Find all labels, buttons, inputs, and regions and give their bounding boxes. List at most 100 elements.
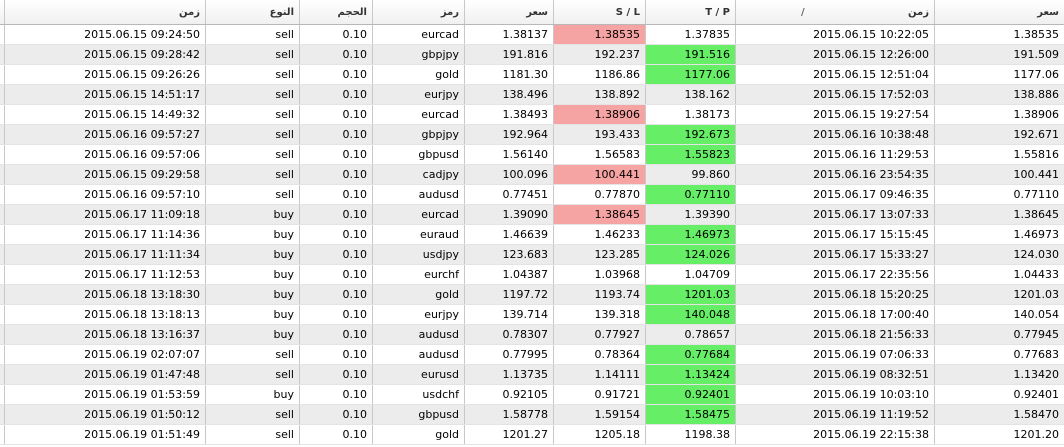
close-time-cell: 2015.06.15 17:52:03 <box>736 85 935 104</box>
take-profit-cell: 1.39390 <box>646 205 736 224</box>
open-price-cell: 1.13735 <box>465 365 554 384</box>
table-row[interactable]: 2015.06.17 11:09:18 buy 0.10 eurcad 1.39090 1… <box>0 205 1064 225</box>
close-time-cell: 2015.06.16 23:54:35 <box>736 165 935 184</box>
take-profit-cell: 1.58475 <box>646 405 736 424</box>
take-profit-cell: 0.78657 <box>646 325 736 344</box>
symbol-cell: usdchf <box>373 385 465 404</box>
open-time-cell: 2015.06.17 11:14:36 <box>5 225 206 244</box>
table-row[interactable]: 2015.06.15 09:28:42 sell 0.10 gbpjpy 191.816… <box>0 45 1064 65</box>
take-profit-cell: 140.048 <box>646 305 736 324</box>
header-open-price[interactable]: سعر <box>465 0 554 24</box>
type-cell: buy <box>206 245 300 264</box>
close-price-cell: 192.671 <box>1013 128 1060 141</box>
header-close-time-label: زمن <box>908 6 929 18</box>
take-profit-cell: 1.46973 <box>646 225 736 244</box>
open-price-cell: 0.78307 <box>465 325 554 344</box>
volume-cell: 0.10 <box>300 185 373 204</box>
type-cell: sell <box>206 165 300 184</box>
table-row[interactable]: 2015.06.18 13:18:13 buy 0.10 eurjpy 139.714 1… <box>0 305 1064 325</box>
table-row[interactable]: 2015.06.18 13:18:30 buy 0.10 gold 1197.72 119… <box>0 285 1064 305</box>
type-cell: sell <box>206 65 300 84</box>
volume-cell: 0.10 <box>300 105 373 124</box>
close-time-cell: 2015.06.18 17:00:40 <box>736 305 935 324</box>
table-row[interactable]: 2015.06.16 09:57:06 sell 0.10 gbpusd 1.56140… <box>0 145 1064 165</box>
stop-loss-cell: 1.46233 <box>554 225 646 244</box>
close-time-cell: 2015.06.18 21:56:33 <box>736 325 935 344</box>
header-type[interactable]: النوع <box>206 0 300 24</box>
close-price-cell: 1.55816 <box>1013 148 1060 161</box>
table-row[interactable]: 2015.06.16 09:57:27 sell 0.10 gbpjpy 192.964… <box>0 125 1064 145</box>
volume-cell: 0.10 <box>300 205 373 224</box>
open-price-cell: 100.096 <box>465 165 554 184</box>
stop-loss-cell: 1193.74 <box>554 285 646 304</box>
close-price-cell: 0.77110 <box>1013 188 1060 201</box>
close-price-cell: 1.13420 <box>1013 368 1060 381</box>
close-time-cell: 2015.06.17 13:07:33 <box>736 205 935 224</box>
table-row[interactable]: 2015.06.19 01:47:48 sell 0.10 eurusd 1.13735… <box>0 365 1064 385</box>
header-open-time[interactable]: زمن <box>5 0 206 24</box>
open-time-cell: 2015.06.15 14:49:32 <box>5 105 206 124</box>
open-price-cell: 0.77995 <box>465 345 554 364</box>
take-profit-cell: 0.77110 <box>646 185 736 204</box>
open-time-cell: 2015.06.18 13:16:37 <box>5 325 206 344</box>
symbol-cell: cadjpy <box>373 165 465 184</box>
type-cell: buy <box>206 285 300 304</box>
table-row[interactable]: 2015.06.19 02:07:07 sell 0.10 audusd 0.77995… <box>0 345 1064 365</box>
table-row[interactable]: 2015.06.15 09:24:50 sell 0.10 eurcad 1.38137… <box>0 25 1064 45</box>
stop-loss-cell: 1.14111 <box>554 365 646 384</box>
table-row[interactable]: 2015.06.17 11:11:34 buy 0.10 usdjpy 123.683 1… <box>0 245 1064 265</box>
close-price-cell: 1.38535 <box>1013 28 1060 41</box>
close-time-cell: 2015.06.19 11:19:52 <box>736 405 935 424</box>
close-time-cell: 2015.06.16 11:29:53 <box>736 145 935 164</box>
close-price-cell: 138.886 <box>1013 88 1060 101</box>
open-price-cell: 139.714 <box>465 305 554 324</box>
close-price-cell: 1177.06 <box>1013 68 1060 81</box>
close-price-cell: 124.030 <box>1013 248 1060 261</box>
close-price-cell: 1.38645 <box>1013 208 1060 221</box>
header-take-profit[interactable]: T / P <box>646 0 736 24</box>
symbol-cell: audusd <box>373 325 465 344</box>
type-cell: buy <box>206 225 300 244</box>
open-price-cell: 1.04387 <box>465 265 554 284</box>
header-close-time[interactable]: / زمن <box>736 0 935 24</box>
close-time-cell: 2015.06.19 22:15:38 <box>736 425 935 444</box>
open-price-cell: 1.38493 <box>465 105 554 124</box>
table-row[interactable]: 2015.06.16 09:57:10 sell 0.10 audusd 0.77451… <box>0 185 1064 205</box>
close-time-cell: 2015.06.17 09:46:35 <box>736 185 935 204</box>
header-symbol[interactable]: رمز <box>373 0 465 24</box>
symbol-cell: gbpusd <box>373 405 465 424</box>
table-row[interactable]: 2015.06.15 09:29:58 sell 0.10 cadjpy 100.096… <box>0 165 1064 185</box>
open-time-cell: 2015.06.15 09:26:26 <box>5 65 206 84</box>
table-row[interactable]: 2015.06.19 01:51:49 sell 0.10 gold 1201.27 12… <box>0 425 1064 445</box>
header-volume[interactable]: الحجم <box>300 0 373 24</box>
volume-cell: 0.10 <box>300 425 373 444</box>
open-price-cell: 1.46639 <box>465 225 554 244</box>
close-time-cell: 2015.06.17 15:33:27 <box>736 245 935 264</box>
header-stop-loss[interactable]: S / L <box>554 0 646 24</box>
header-close-price[interactable]: سعر <box>935 0 1064 24</box>
close-price-cell: 1.46973 <box>1013 228 1060 241</box>
table-row[interactable]: 2015.06.15 14:49:32 sell 0.10 eurcad 1.38493… <box>0 105 1064 125</box>
volume-cell: 0.10 <box>300 85 373 104</box>
type-cell: sell <box>206 425 300 444</box>
open-time-cell: 2015.06.15 09:29:58 <box>5 165 206 184</box>
table-row[interactable]: 2015.06.19 01:53:59 buy 0.10 usdchf 0.92105 0… <box>0 385 1064 405</box>
close-time-cell: 2015.06.15 19:27:54 <box>736 105 935 124</box>
type-cell: buy <box>206 305 300 324</box>
stop-loss-cell: 1.38645 <box>554 205 646 224</box>
table-row[interactable]: 2015.06.17 11:14:36 buy 0.10 euraud 1.46639 1… <box>0 225 1064 245</box>
table-row[interactable]: 2015.06.15 09:26:26 sell 0.10 gold 1181.30 11… <box>0 65 1064 85</box>
stop-loss-cell: 193.433 <box>554 125 646 144</box>
open-price-cell: 123.683 <box>465 245 554 264</box>
volume-cell: 0.10 <box>300 385 373 404</box>
take-profit-cell: 99.860 <box>646 165 736 184</box>
table-row[interactable]: 2015.06.19 01:50:12 sell 0.10 gbpusd 1.58778… <box>0 405 1064 425</box>
stop-loss-cell: 1.03968 <box>554 265 646 284</box>
open-time-cell: 2015.06.17 11:09:18 <box>5 205 206 224</box>
table-row[interactable]: 2015.06.15 14:51:17 sell 0.10 eurjpy 138.496… <box>0 85 1064 105</box>
table-row[interactable]: 2015.06.17 11:12:53 buy 0.10 eurchf 1.04387 1… <box>0 265 1064 285</box>
symbol-cell: eurusd <box>373 365 465 384</box>
open-price-cell: 0.77451 <box>465 185 554 204</box>
table-row[interactable]: 2015.06.18 13:16:37 buy 0.10 audusd 0.78307 0… <box>0 325 1064 345</box>
open-price-cell: 1.39090 <box>465 205 554 224</box>
